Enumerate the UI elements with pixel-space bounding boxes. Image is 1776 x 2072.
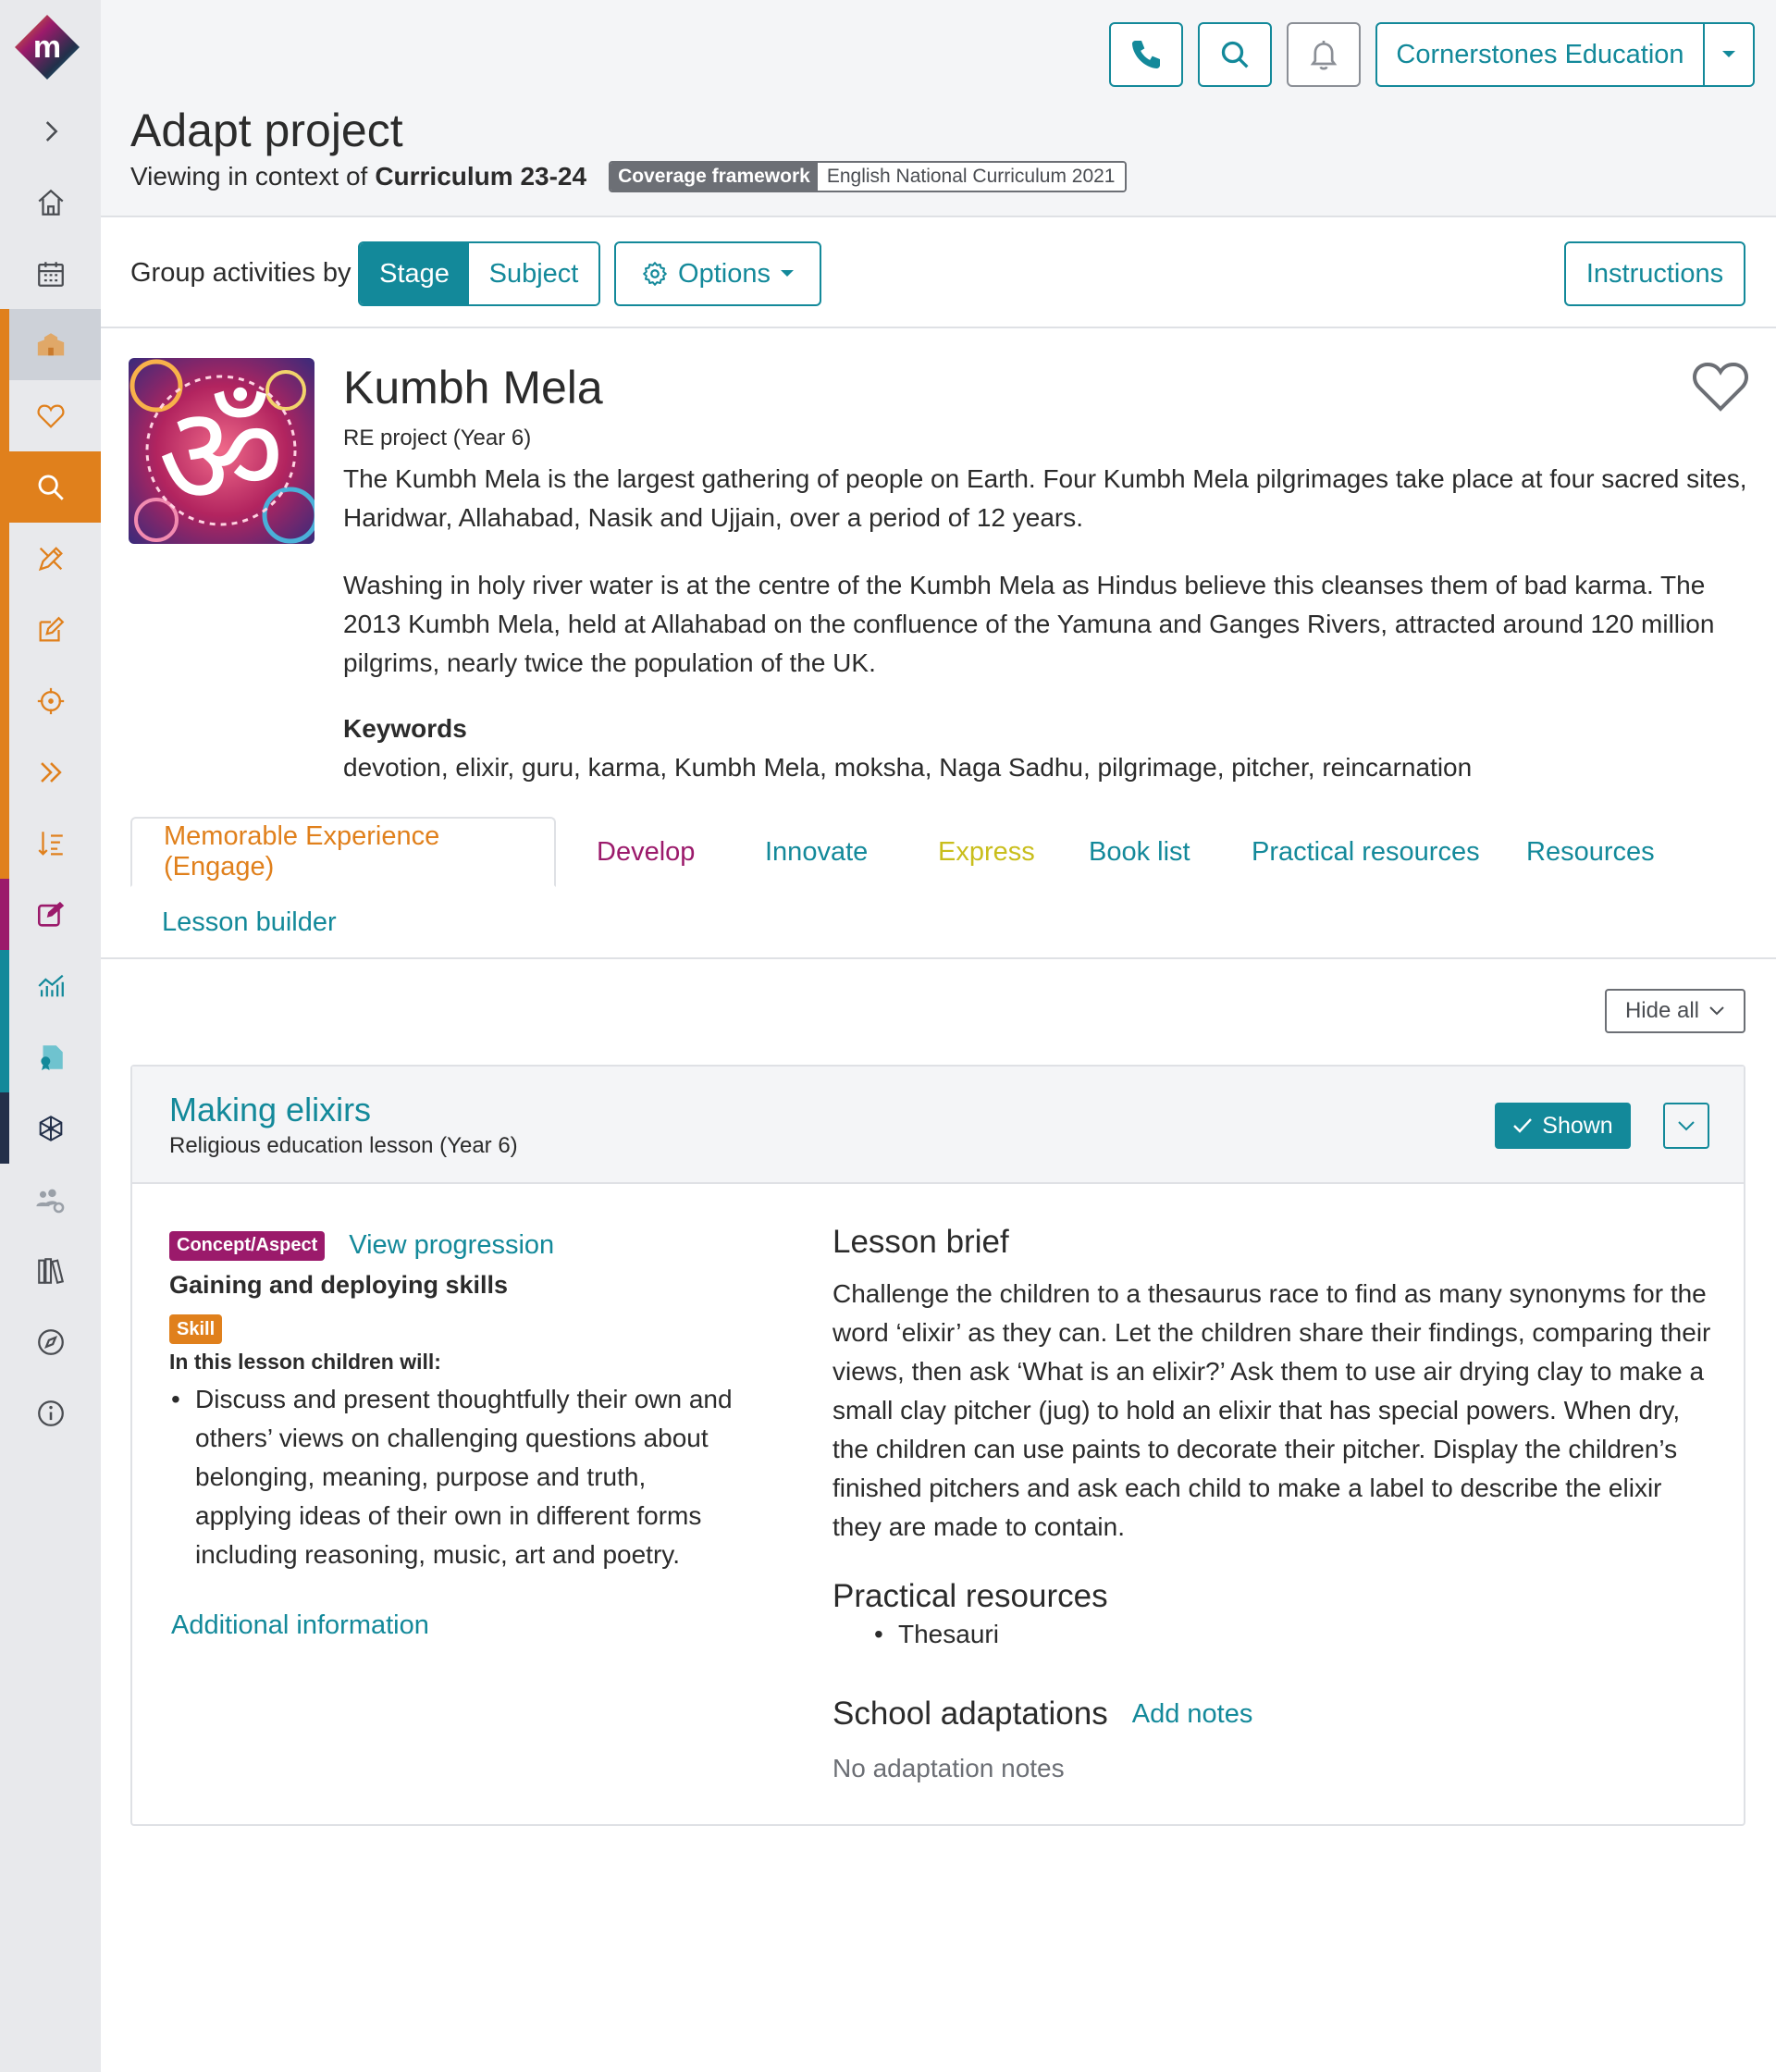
sidebar-item-edit[interactable] (0, 594, 101, 665)
sidebar-item-calendar[interactable] (0, 238, 101, 309)
chart-icon (37, 974, 64, 996)
app-logo[interactable]: m (13, 13, 81, 81)
lesson-brief-text: Challenge the children to a thesaurus ra… (832, 1279, 1711, 1541)
target-icon (37, 687, 64, 714)
check-icon (1513, 1118, 1533, 1133)
edit-square-icon (37, 901, 64, 927)
search-icon (38, 475, 64, 500)
chevron-down-icon (1709, 1006, 1724, 1016)
skill-tag: Skill (169, 1314, 223, 1344)
skill-title: Gaining and deploying skills (169, 1271, 509, 1299)
lesson-title[interactable]: Making elixirs (169, 1091, 371, 1129)
lesson-brief-title: Lesson brief (832, 1224, 1009, 1260)
sidebar-item-info[interactable] (0, 1377, 101, 1449)
add-notes-link[interactable]: Add notes (1132, 1699, 1253, 1730)
chevron-down-icon (1678, 1121, 1695, 1131)
pencil-ruler-icon (38, 546, 63, 571)
sidebar-item-target[interactable] (0, 665, 101, 736)
sidebar-item-network[interactable] (0, 1092, 101, 1164)
sidebar-item-design[interactable] (0, 523, 101, 594)
objective-item: Discuss and present thoughtfully their o… (169, 1380, 743, 1574)
sidebar-item-certificate[interactable] (0, 1021, 101, 1092)
practical-resources-title: Practical resources (832, 1578, 1108, 1614)
library-icon (37, 1257, 64, 1284)
lesson-subtitle: Religious education lesson (Year 6) (169, 1133, 518, 1158)
compass-icon (37, 1328, 64, 1355)
sort-list-icon (37, 831, 63, 856)
sidebar-item-favourites[interactable] (0, 380, 101, 451)
no-adaptation-notes: No adaptation notes (832, 1754, 1065, 1782)
sidebar-item-sort[interactable] (0, 808, 101, 879)
home-icon (37, 189, 64, 216)
hide-all-label: Hide all (1624, 998, 1700, 1023)
sidebar-item-search[interactable] (0, 451, 101, 523)
expand-sidebar-button[interactable] (0, 95, 101, 166)
sidebar-item-users[interactable] (0, 1164, 101, 1235)
sidebar-item-forward[interactable] (0, 736, 101, 808)
sidebar-item-library[interactable] (0, 1235, 101, 1306)
school-adaptations-row: School adaptations Add notes (832, 1696, 1252, 1733)
expand-lesson-button[interactable] (1663, 1103, 1709, 1149)
concept-tag: Concept/Aspect (169, 1230, 326, 1261)
sidebar-item-explore[interactable] (0, 1306, 101, 1377)
shown-label: Shown (1542, 1112, 1613, 1139)
lesson-card: Making elixirs Religious education lesso… (130, 1065, 1745, 1826)
edit-icon (39, 616, 64, 641)
heart-icon (37, 404, 64, 428)
objectives-list: Discuss and present thoughtfully their o… (169, 1380, 743, 1574)
school-adaptations-title: School adaptations (832, 1696, 1108, 1732)
calendar-icon (37, 261, 64, 287)
double-chevron-icon (40, 761, 62, 783)
school-icon (37, 332, 64, 355)
sidebar-item-analytics[interactable] (0, 950, 101, 1021)
practical-resources-list: Thesauri (872, 1620, 999, 1649)
certificate-icon (40, 1044, 63, 1070)
users-settings-icon (35, 1189, 64, 1213)
lesson-card-header: Making elixirs Religious education lesso… (132, 1067, 1744, 1184)
sidebar-item-home[interactable] (0, 166, 101, 238)
info-icon (37, 1400, 64, 1426)
children-will-heading: In this lesson children will: (169, 1350, 441, 1374)
shown-toggle-button[interactable]: Shown (1495, 1103, 1631, 1149)
view-progression-link[interactable]: View progression (349, 1230, 554, 1261)
chevron-right-icon (45, 120, 57, 142)
sidebar: m (0, 0, 101, 2072)
practical-resource-item: Thesauri (872, 1620, 999, 1649)
hide-all-button[interactable]: Hide all (1605, 989, 1745, 1033)
network-icon (39, 1115, 62, 1141)
lesson-area: Hide all Making elixirs Religious educat… (101, 0, 1776, 2072)
sidebar-item-school[interactable] (0, 309, 101, 380)
additional-information-link[interactable]: Additional information (171, 1610, 429, 1641)
concept-row: Concept/Aspect View progression (169, 1230, 554, 1261)
svg-text:m: m (33, 30, 61, 65)
sidebar-item-write[interactable] (0, 879, 101, 950)
